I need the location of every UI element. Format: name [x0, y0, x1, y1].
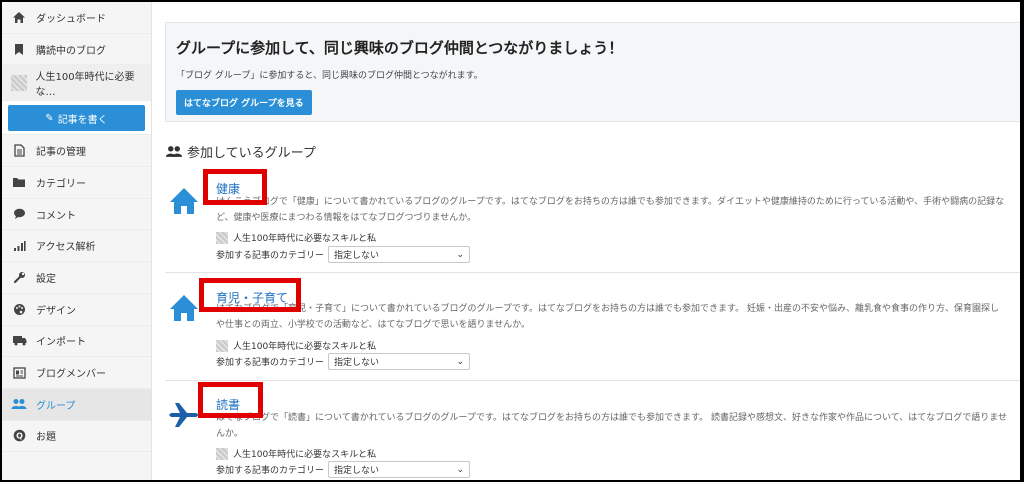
red-highlight-box — [199, 278, 301, 312]
sidebar-item-subscribed[interactable]: 購読中のブログ — [2, 34, 151, 66]
joined-blog-name: 人生100年時代に必要なスキルと私 — [233, 450, 377, 460]
sidebar-item-articles[interactable]: 記事の管理 — [2, 135, 151, 168]
banner-text: 「ブログ グループ」に参加すると、同じ興味のブログ仲間とつながれます。 — [176, 71, 483, 81]
group-banner: グループに参加して、同じ興味のブログ仲間とつながりましょう！ 「ブログ グループ… — [165, 22, 1020, 122]
category-label: 参加する記事のカテゴリー — [216, 358, 325, 368]
group-icon — [10, 396, 28, 412]
chevron-down-icon: ⌄ — [456, 464, 465, 475]
category-select-value: 指定しない — [334, 251, 380, 261]
sidebar-item-label: ブログメンバー — [36, 369, 106, 381]
divider — [165, 380, 1020, 381]
palette-icon — [10, 301, 28, 317]
main-content: グループに参加して、同じ興味のブログ仲間とつながりましょう！ 「ブログ グループ… — [153, 2, 1020, 480]
section-title: 参加しているグループ — [165, 142, 316, 161]
sidebar-item-members[interactable]: ブログメンバー — [2, 357, 151, 389]
sidebar-item-design[interactable]: デザイン — [2, 294, 151, 326]
category-row: 参加する記事のカテゴリー 指定しない ⌄ — [216, 353, 471, 370]
group-description-line2: や仕事との両立、小学校での活動など、はてなブログで思いを語りませんか。 — [216, 320, 531, 330]
group-description-line2: んか。 — [216, 429, 243, 439]
comment-icon — [10, 206, 28, 222]
sidebar-item-category[interactable]: カテゴリー — [2, 167, 151, 199]
blog-thumbnail — [216, 231, 228, 244]
write-wrapper: ✎ 記事を書く — [2, 101, 151, 136]
divider — [165, 272, 1020, 273]
category-select[interactable]: 指定しない ⌄ — [328, 246, 471, 263]
banner-title: グループに参加して、同じ興味のブログ仲間とつながりましょう！ — [176, 39, 624, 57]
group-description: けんこうブログで「健康」について書かれているブログのグループです。はてなブログを… — [216, 194, 1020, 226]
group-description-line1: けんこうブログで「健康」について書かれているブログのグループです。はてなブログを… — [216, 197, 1005, 207]
joined-blog: 人生100年時代に必要なスキルと私 — [216, 447, 376, 460]
house-icon — [170, 295, 198, 321]
category-select-value: 指定しない — [334, 358, 380, 368]
bar-chart-icon — [10, 238, 28, 254]
joined-blog: 人生100年時代に必要なスキルと私 — [216, 231, 376, 244]
sidebar-item-label: コメント — [36, 210, 76, 222]
group-description-line1: はてなブログで「読書」について書かれているブログのグループです。はてなブログをお… — [216, 413, 1007, 423]
truck-icon — [10, 333, 28, 349]
category-select[interactable]: 指定しない ⌄ — [328, 461, 471, 478]
category-label: 参加する記事のカテゴリー — [216, 251, 325, 261]
chevron-down-icon: ⌄ — [456, 249, 465, 260]
category-select-value: 指定しない — [334, 466, 380, 476]
sidebar-item-label: デザイン — [36, 305, 76, 317]
sidebar-item-settings[interactable]: 設定 — [2, 262, 151, 294]
view-groups-button[interactable]: はてなブログ グループを見る — [176, 90, 312, 115]
sidebar-item-import[interactable]: インポート — [2, 326, 151, 358]
write-article-label: 記事を書く — [57, 114, 108, 126]
house-icon — [170, 188, 198, 214]
group-card-reading: 読書 はてなブログで「読書」について書かれているブログのグループです。はてなブロ… — [165, 382, 1020, 480]
blog-thumbnail — [216, 339, 228, 352]
airplane-icon — [169, 403, 198, 427]
sidebar-item-dashboard[interactable]: ダッシュボード — [2, 2, 151, 34]
sidebar-item-topic[interactable]: Q お題 — [2, 421, 151, 453]
member-card-icon — [10, 365, 28, 381]
write-article-button[interactable]: ✎ 記事を書く — [8, 105, 145, 132]
sidebar-item-label: ダッシュボード — [36, 13, 106, 25]
group-description: はてなブログで「育児・子育て」について書かれているブログのグループです。はてなブ… — [216, 301, 1020, 333]
pencil-icon: ✎ — [45, 112, 54, 124]
bookmark-icon — [10, 41, 28, 57]
sidebar-item-label: カテゴリー — [36, 178, 86, 190]
blog-name: 人生100年時代に必要な… — [35, 71, 135, 98]
svg-text:Q: Q — [16, 432, 23, 441]
sidebar-blog-selector[interactable]: 人生100年時代に必要な… — [2, 65, 151, 102]
joined-blog: 人生100年時代に必要なスキルと私 — [216, 339, 376, 352]
blog-thumbnail — [10, 74, 27, 91]
sidebar-item-label: 設定 — [36, 273, 56, 285]
sidebar-item-label: 購読中のブログ — [36, 45, 106, 57]
group-description: はてなブログで「読書」について書かれているブログのグループです。はてなブログをお… — [216, 410, 1020, 442]
sidebar-item-group[interactable]: グループ — [2, 388, 151, 421]
home-icon — [10, 9, 28, 25]
sidebar-item-comment[interactable]: コメント — [2, 199, 151, 231]
group-card-parenting: 育児・子育て はてなブログで「育児・子育て」について書かれているブログのグループ… — [165, 278, 1020, 378]
sidebar-item-analytics[interactable]: アクセス解析 — [2, 230, 151, 263]
sidebar-item-label: お題 — [36, 432, 56, 444]
category-row: 参加する記事のカテゴリー 指定しない ⌄ — [216, 246, 471, 263]
group-card-health: 健康 けんこうブログで「健康」について書かれているブログのグループです。はてなブ… — [165, 169, 1020, 270]
question-icon: Q — [10, 428, 28, 444]
group-description-line1: はてなブログで「育児・子育て」について書かれているブログのグループです。はてなブ… — [216, 304, 999, 314]
chevron-down-icon: ⌄ — [456, 356, 465, 367]
joined-blog-name: 人生100年時代に必要なスキルと私 — [233, 234, 377, 244]
sidebar: ダッシュボード 購読中のブログ 人生100年時代に必要な… ✎ 記事を書く 記事… — [2, 2, 152, 480]
wrench-icon — [10, 269, 28, 285]
blog-thumbnail — [216, 447, 228, 460]
sidebar-item-label: グループ — [36, 400, 76, 412]
document-icon — [10, 143, 28, 159]
sidebar-item-label: アクセス解析 — [36, 242, 96, 254]
joined-blog-name: 人生100年時代に必要なスキルと私 — [233, 342, 377, 352]
red-highlight-box — [198, 382, 263, 418]
group-description-line2: ど、健康や医療にまつわる情報をはてなブログつづりませんか。 — [216, 213, 477, 223]
category-label: 参加する記事のカテゴリー — [216, 466, 325, 476]
group-icon — [165, 146, 183, 157]
folder-icon — [10, 174, 28, 190]
sidebar-item-label: 記事の管理 — [36, 147, 86, 159]
section-title-label: 参加しているグループ — [187, 146, 316, 161]
category-select[interactable]: 指定しない ⌄ — [328, 353, 471, 370]
red-highlight-box — [203, 169, 267, 205]
category-row: 参加する記事のカテゴリー 指定しない ⌄ — [216, 461, 471, 478]
sidebar-item-label: インポート — [36, 337, 86, 349]
